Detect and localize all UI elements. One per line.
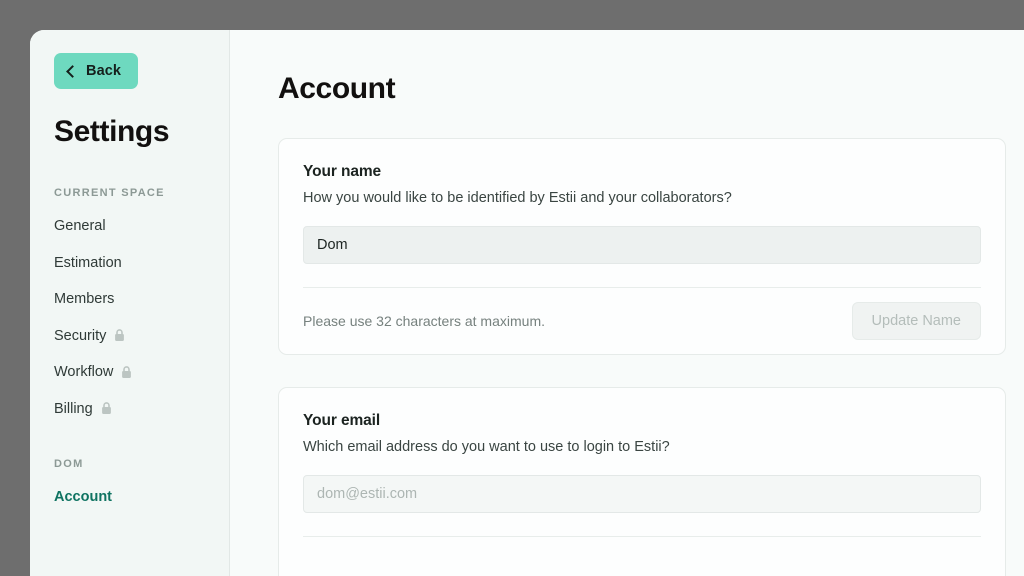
sidebar-item-label: Workflow xyxy=(54,364,114,380)
sidebar-nav-user: Account xyxy=(54,490,229,505)
account-content: Account Your name How you would like to … xyxy=(230,30,1024,576)
sidebar-item-label: Account xyxy=(54,489,112,505)
sidebar-group-label-current-space: CURRENT SPACE xyxy=(54,187,165,199)
chevron-left-icon xyxy=(66,64,79,78)
card-footer: Please use 32 characters at maximum. Upd… xyxy=(303,288,981,354)
sidebar-item-workflow[interactable]: Workflow xyxy=(54,365,229,380)
app-window: Back Settings CURRENT SPACE General Esti… xyxy=(30,30,1024,576)
back-button[interactable]: Back xyxy=(54,53,139,89)
page-title: Account xyxy=(278,72,396,105)
sidebar-item-label: Estimation xyxy=(54,254,122,271)
lock-icon xyxy=(115,329,125,342)
sidebar-item-billing[interactable]: Billing xyxy=(54,400,229,417)
sidebar-item-general[interactable]: General xyxy=(54,219,229,234)
sidebar-item-label: Billing xyxy=(54,400,93,417)
card-title: Your name xyxy=(303,163,382,180)
sidebar-nav-current-space: General Estimation Members Security Work… xyxy=(54,219,229,416)
card-description: Which email address do you want to use t… xyxy=(303,439,670,455)
sidebar-item-members[interactable]: Members xyxy=(54,292,229,307)
lock-icon xyxy=(122,365,132,378)
sidebar-item-label: Security xyxy=(54,327,107,344)
sidebar-item-label: Members xyxy=(54,291,115,307)
update-name-button[interactable]: Update Name xyxy=(851,302,981,340)
card-footer xyxy=(303,537,981,576)
sidebar-item-security[interactable]: Security xyxy=(54,327,229,344)
your-email-card: Your email Which email address do you wa… xyxy=(278,387,1006,576)
sidebar-item-account[interactable]: Account xyxy=(54,490,229,505)
card-description: How you would like to be identified by E… xyxy=(303,190,732,206)
name-hint-text: Please use 32 characters at maximum. xyxy=(303,313,545,329)
name-input[interactable] xyxy=(303,226,981,264)
lock-icon xyxy=(101,402,111,415)
settings-sidebar: Back Settings CURRENT SPACE General Esti… xyxy=(30,30,230,576)
your-name-card: Your name How you would like to be ident… xyxy=(278,138,1006,355)
email-input[interactable] xyxy=(303,475,981,513)
sidebar-item-estimation[interactable]: Estimation xyxy=(54,254,229,271)
back-button-label: Back xyxy=(86,63,122,79)
sidebar-item-label: General xyxy=(54,218,106,234)
sidebar-group-label-dom: DOM xyxy=(54,458,84,470)
card-title: Your email xyxy=(303,412,381,429)
settings-title: Settings xyxy=(54,115,170,148)
